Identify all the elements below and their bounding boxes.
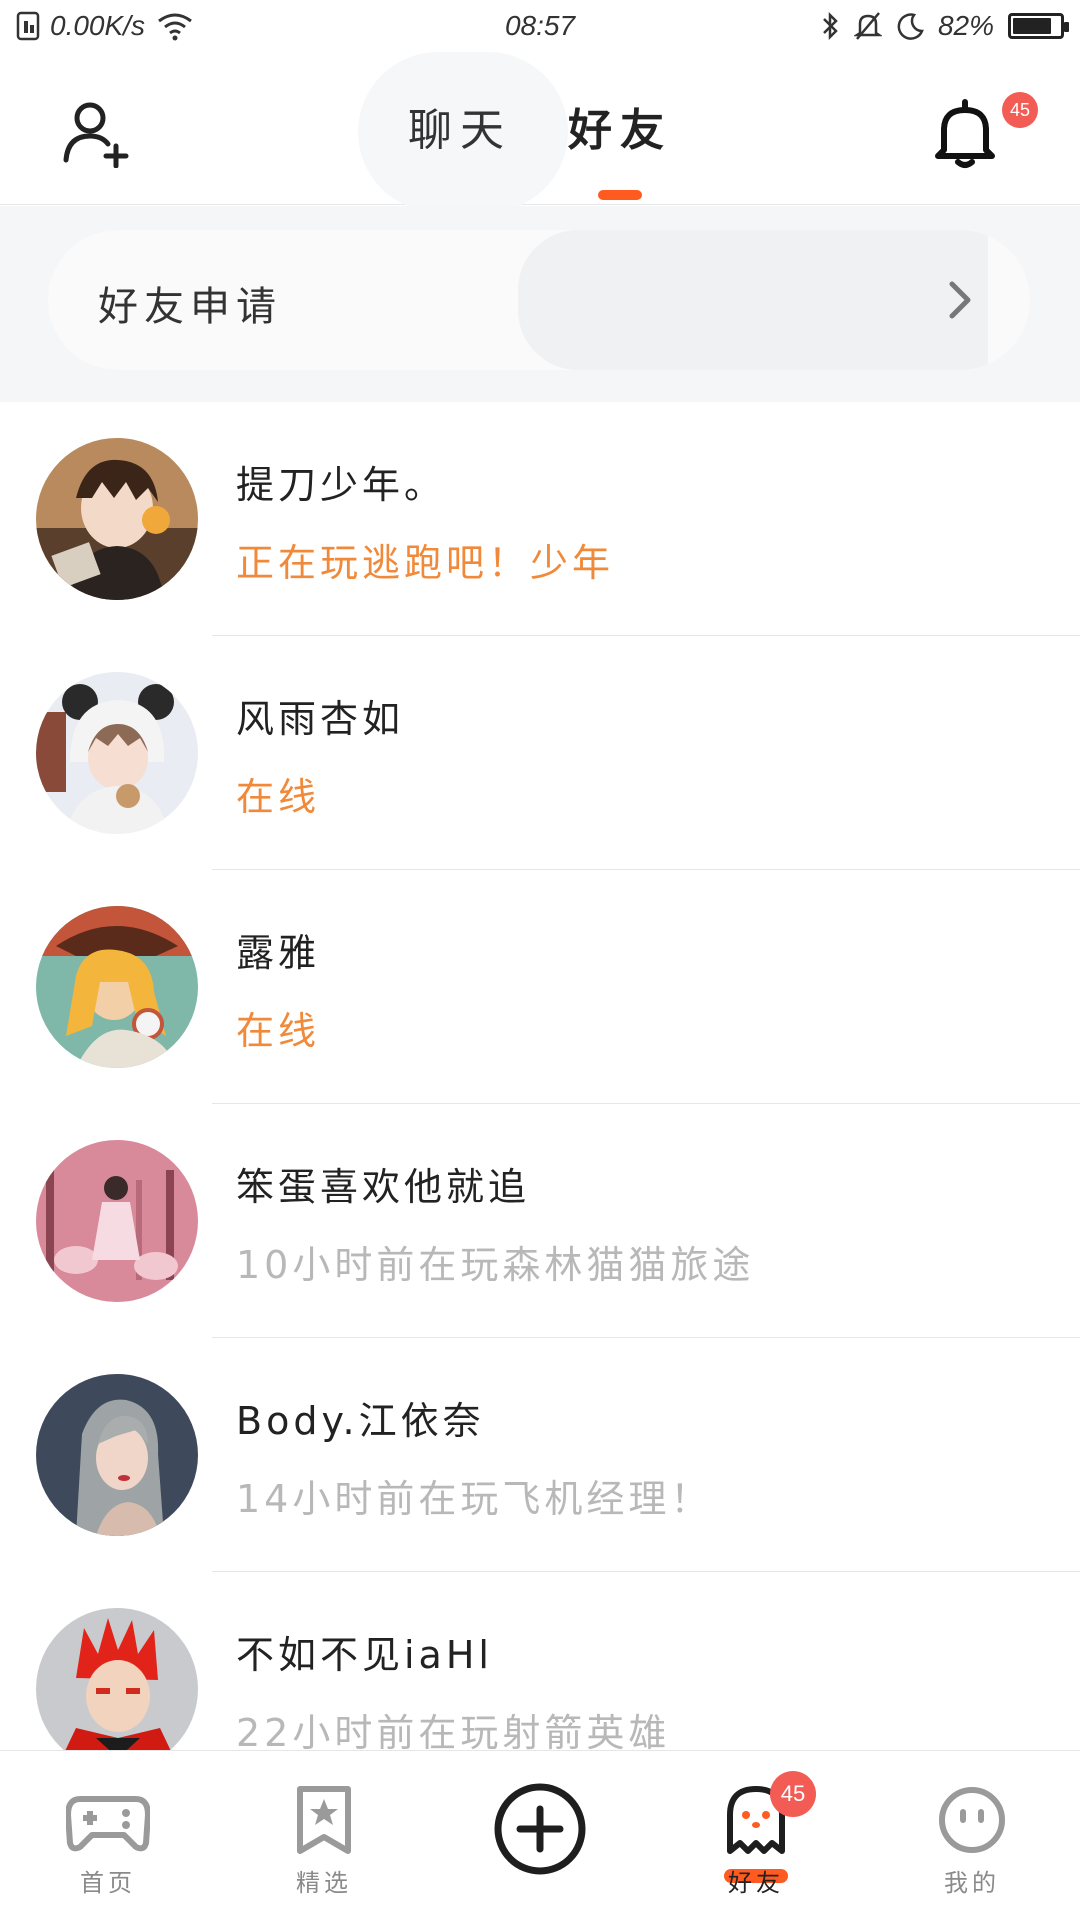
bottom-nav: 首页 精选 好友 45 我的: [0, 1750, 1080, 1920]
request-card-shade: [518, 230, 988, 370]
top-header: 聊天 好友 45: [0, 52, 1080, 212]
friend-status: 在线: [236, 1009, 321, 1053]
nav-friends-label: 好友: [728, 1863, 784, 1898]
friend-row[interactable]: 不如不见iaHl 22小时前在玩射箭英雄: [0, 1572, 1080, 1750]
avatar[interactable]: [36, 672, 198, 834]
tab-chat-label: 聊天: [408, 105, 512, 156]
nav-friends[interactable]: 好友 45: [648, 1751, 864, 1920]
clock: 08:57: [504, 10, 576, 41]
friend-row[interactable]: Body.江依奈 14小时前在玩飞机经理！: [0, 1338, 1080, 1572]
friend-name: 风雨杏如: [236, 697, 405, 741]
nav-create[interactable]: [432, 1751, 648, 1920]
friend-list: 提刀少年。 正在玩逃跑吧！少年 风雨杏如 在线 露雅 在线 笨蛋喜欢他就追 10…: [0, 402, 1080, 1750]
nav-featured-label: 精选: [296, 1869, 352, 1897]
battery-icon: [1008, 13, 1069, 39]
smiley-face-icon: [939, 1787, 1005, 1853]
avatar[interactable]: [36, 1140, 198, 1302]
nav-me[interactable]: 我的: [864, 1751, 1080, 1920]
nav-friends-label-text: 好友: [728, 1869, 784, 1897]
battery-fill: [1013, 18, 1051, 34]
moon-icon: [897, 13, 924, 40]
nav-home[interactable]: 首页: [0, 1751, 216, 1920]
sim-card-icon: [16, 11, 40, 41]
friend-name: 不如不见iaHl: [236, 1633, 493, 1677]
avatar[interactable]: [36, 1608, 198, 1750]
star-bookmark-icon: [297, 1786, 351, 1854]
notification-badge: 45: [1002, 92, 1038, 128]
bluetooth-icon: [823, 11, 838, 41]
friend-status: 正在玩逃跑吧！少年: [236, 541, 615, 585]
friend-row[interactable]: 风雨杏如 在线: [0, 636, 1080, 870]
avatar[interactable]: [36, 438, 198, 600]
friend-request-section: 好友申请: [0, 206, 1080, 402]
network-speed: 0.00K/s: [50, 10, 145, 41]
friends-badge: 45: [770, 1771, 816, 1817]
friend-status: 在线: [236, 775, 321, 819]
avatar[interactable]: [36, 906, 198, 1068]
friend-name: 提刀少年。: [236, 463, 447, 507]
nav-me-label: 我的: [944, 1869, 1000, 1897]
friend-row[interactable]: 提刀少年。 正在玩逃跑吧！少年: [0, 402, 1080, 636]
notification-bell-icon[interactable]: [932, 98, 998, 170]
friend-status: 14小时前在玩飞机经理！: [236, 1477, 713, 1521]
tab-friends-label: 好友: [568, 105, 672, 156]
friend-row[interactable]: 笨蛋喜欢他就追 10小时前在玩森林猫猫旅途: [0, 1104, 1080, 1338]
friend-status: 10小时前在玩森林猫猫旅途: [236, 1243, 755, 1287]
status-bar: 0.00K/s 08:57 82%: [0, 0, 1080, 52]
nav-featured[interactable]: 精选: [216, 1751, 432, 1920]
tab-active-indicator: [598, 190, 642, 200]
friend-name: 笨蛋喜欢他就追: [236, 1165, 531, 1209]
mute-bell-icon: [853, 12, 882, 40]
tab-friends[interactable]: 好友: [568, 94, 672, 200]
tab-chat[interactable]: 聊天: [408, 94, 512, 198]
avatar[interactable]: [36, 1374, 198, 1536]
chevron-right-icon: [949, 281, 971, 319]
friend-status: 22小时前在玩射箭英雄: [236, 1711, 671, 1750]
friend-request-button[interactable]: 好友申请: [48, 230, 1030, 370]
tab-bar: 聊天 好友: [0, 94, 1080, 200]
plus-circle-icon: [494, 1783, 586, 1875]
gamepad-icon: [66, 1796, 150, 1852]
friend-request-label: 好友申请: [98, 284, 282, 330]
friend-name: 露雅: [236, 931, 321, 975]
battery-percent: 82%: [937, 10, 994, 41]
wifi-icon: [158, 13, 192, 41]
friend-name: Body.江依奈: [236, 1399, 485, 1443]
friend-row[interactable]: 露雅 在线: [0, 870, 1080, 1104]
nav-home-label: 首页: [80, 1869, 136, 1897]
